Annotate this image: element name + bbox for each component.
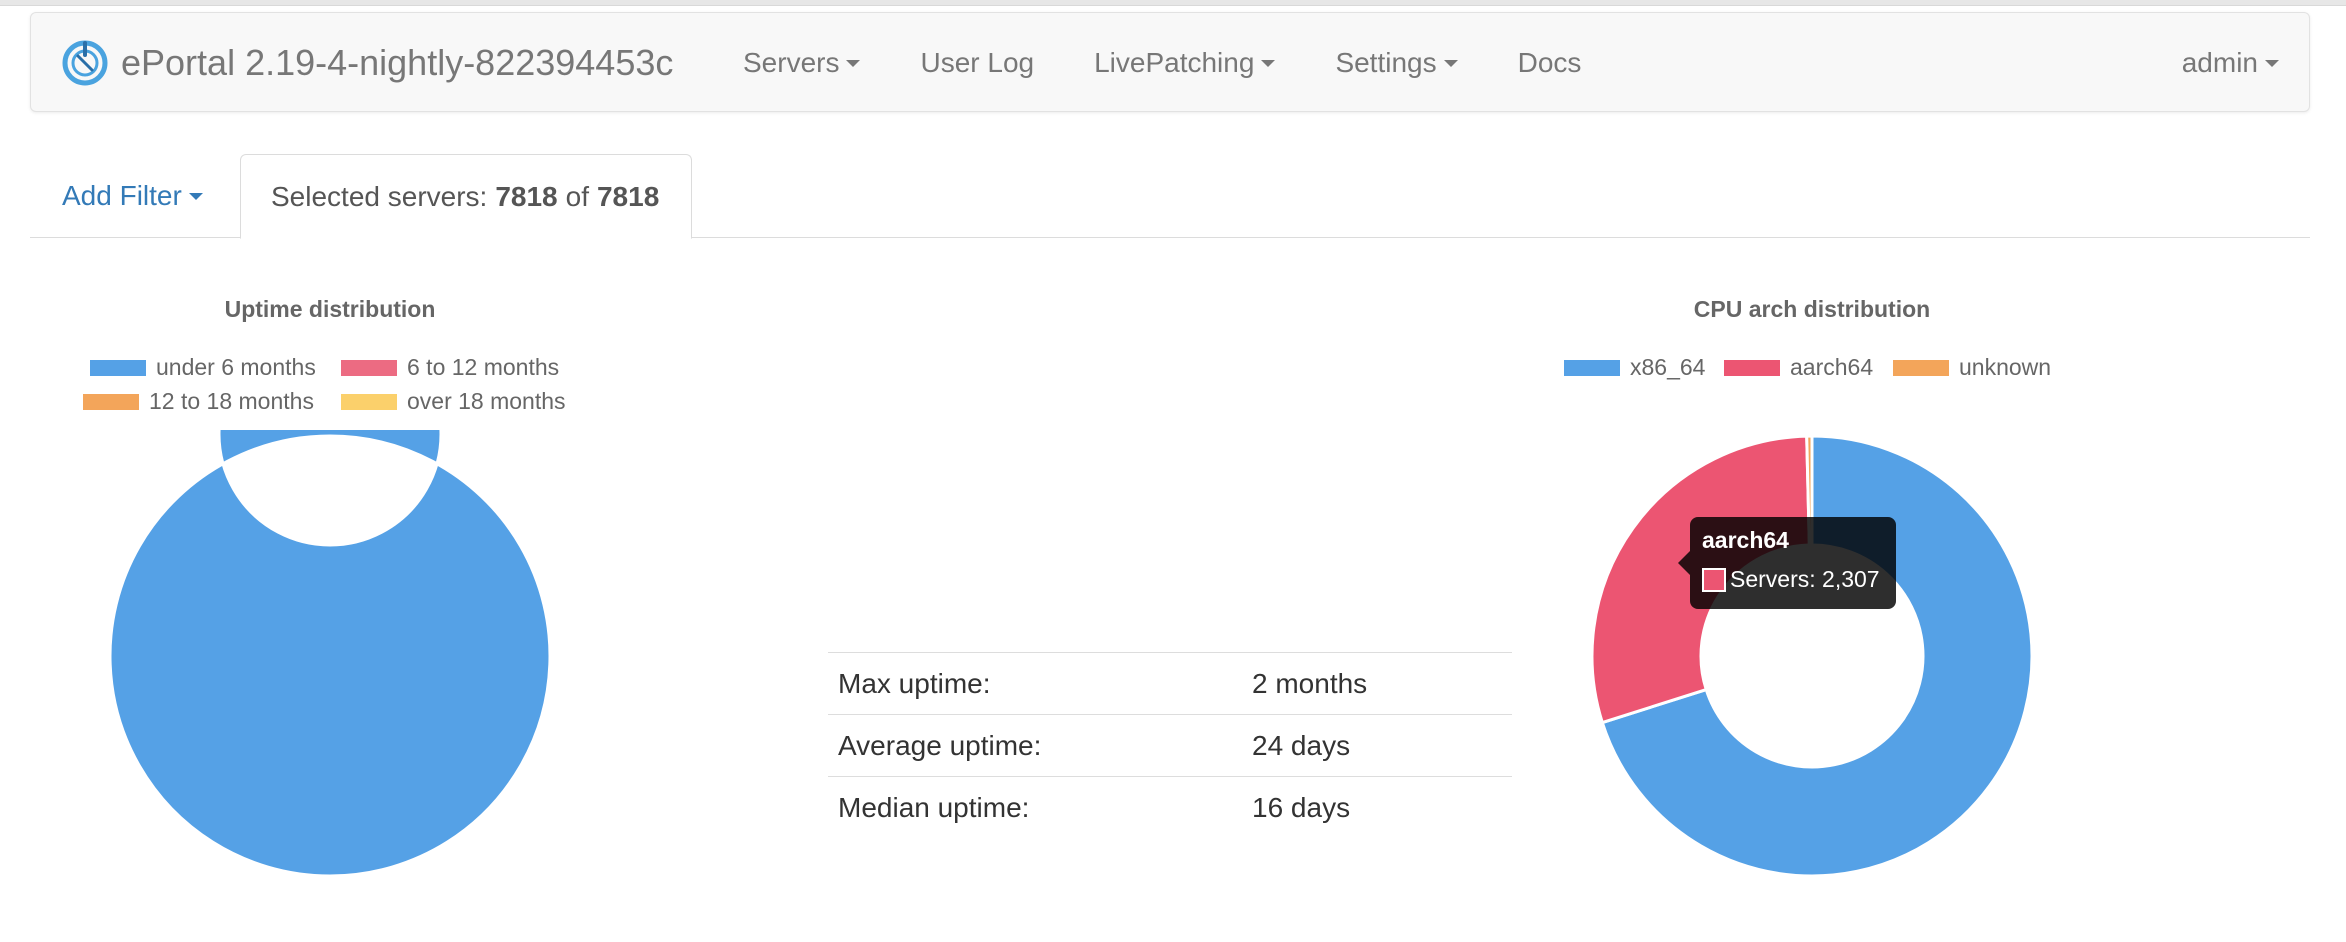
brand-title: ePortal 2.19-4-nightly-822394453c — [121, 42, 674, 83]
legend-swatch — [341, 393, 397, 410]
legend-swatch — [1893, 359, 1949, 376]
window-top-border — [0, 0, 2346, 6]
legend-swatch — [83, 393, 139, 410]
legend-item[interactable]: 12 to 18 months — [83, 388, 314, 415]
nav-menu: Servers User Log LivePatching Settings D… — [743, 13, 1641, 113]
legend-label: 6 to 12 months — [407, 354, 560, 380]
tab-selected-servers[interactable]: Selected servers: 7818 of 7818 — [240, 154, 692, 239]
chevron-down-icon — [1443, 59, 1458, 67]
of-label: of — [565, 180, 589, 212]
legend-item[interactable]: unknown — [1893, 354, 2051, 381]
legend-item[interactable]: x86_64 — [1564, 354, 1705, 381]
legend-item[interactable]: over 18 months — [341, 388, 566, 415]
chevron-down-icon — [2265, 59, 2279, 67]
table-row: Max uptime: 2 months — [828, 652, 1512, 715]
uptime-chart-title: Uptime distribution — [224, 296, 436, 322]
nav-item-label: Servers — [743, 47, 840, 78]
nav-item-user-log[interactable]: User Log — [920, 47, 1034, 79]
nav-item-servers[interactable]: Servers — [743, 47, 861, 79]
add-filter-label: Add Filter — [62, 180, 182, 211]
legend-label: over 18 months — [407, 388, 566, 414]
legend-item[interactable]: 6 to 12 months — [341, 354, 559, 381]
legend-label: x86_64 — [1630, 354, 1706, 380]
cpu-donut-chart — [1590, 434, 2034, 878]
tooltip-value: Servers: 2,307 — [1730, 566, 1880, 592]
stat-label: Median uptime: — [828, 776, 1252, 839]
legend-label: unknown — [1959, 354, 2052, 380]
nav-item-label: LivePatching — [1094, 47, 1255, 78]
chart-tooltip: aarch64 Servers: 2,307 — [1678, 517, 1896, 609]
top-navbar: ePortal 2.19-4-nightly-822394453c Server… — [30, 12, 2310, 112]
total-count: 7818 — [596, 180, 660, 212]
nav-item-label: User Log — [920, 47, 1035, 78]
user-menu[interactable]: admin — [2182, 13, 2279, 113]
user-name: admin — [2181, 47, 2258, 78]
user-menu-toggle[interactable]: admin — [2182, 47, 2279, 79]
stat-label: Average uptime: — [828, 714, 1252, 777]
eportal-logo-icon — [62, 40, 108, 86]
stat-value: 16 days — [1252, 776, 1512, 839]
cpu-chart-title: CPU arch distribution — [1693, 296, 1931, 322]
nav-item-settings[interactable]: Settings — [1335, 47, 1458, 79]
uptime-stats-table: Max uptime: 2 months Average uptime: 24 … — [828, 652, 1512, 839]
legend-label: under 6 months — [156, 354, 316, 380]
legend-swatch — [1724, 359, 1780, 376]
stat-value: 2 months — [1252, 652, 1512, 715]
table-row: Median uptime: 16 days — [828, 776, 1512, 839]
stat-value: 24 days — [1252, 714, 1512, 777]
stat-label: Max uptime: — [828, 652, 1252, 715]
nav-item-label: Docs — [1517, 47, 1582, 78]
filter-tabs: Add Filter Selected servers: 7818 of 781… — [30, 154, 2310, 239]
legend-item[interactable]: under 6 months — [90, 354, 316, 381]
legend-label: aarch64 — [1790, 354, 1874, 380]
tooltip-title: aarch64 — [1702, 527, 1789, 553]
chevron-down-icon — [188, 192, 203, 200]
nav-item-livepatching[interactable]: LivePatching — [1094, 47, 1276, 79]
tooltip-body: Servers: 2,307 — [1702, 566, 1884, 593]
tooltip-color-swatch — [1702, 567, 1726, 592]
legend-swatch — [1564, 359, 1620, 376]
add-filter-button[interactable]: Add Filter — [62, 154, 203, 238]
uptime-donut-chart — [108, 430, 552, 878]
chevron-down-icon — [846, 59, 861, 67]
legend-swatch — [90, 359, 146, 376]
table-row: Average uptime: 24 days — [828, 714, 1512, 777]
legend-swatch — [341, 359, 397, 376]
nav-item-label: Settings — [1335, 47, 1437, 78]
chevron-down-icon — [1261, 59, 1276, 67]
nav-item-docs[interactable]: Docs — [1518, 47, 1582, 79]
brand[interactable]: ePortal 2.19-4-nightly-822394453c — [61, 33, 673, 93]
selected-count: 7818 — [495, 180, 558, 212]
legend-item[interactable]: aarch64 — [1724, 354, 1873, 381]
legend-label: 12 to 18 months — [149, 388, 314, 414]
selected-prefix: Selected servers: — [271, 180, 488, 212]
